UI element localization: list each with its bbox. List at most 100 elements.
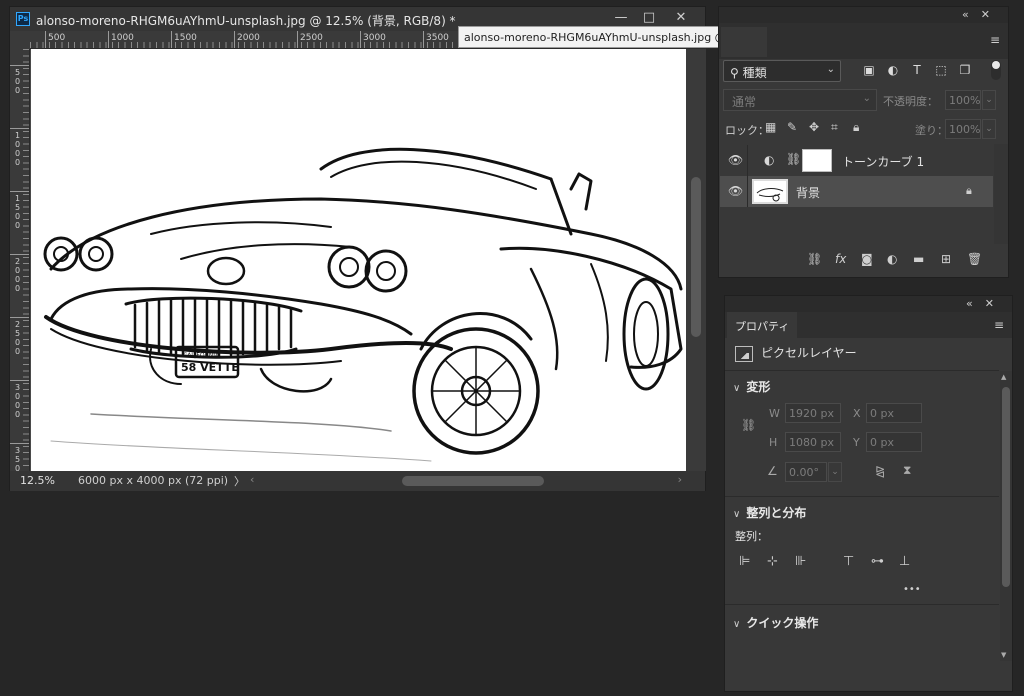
properties-panel: «✕ プロパティ ≡ ピクセルレイヤー ∨ 変形 W 1920 px X 0 px…: [724, 295, 1013, 692]
layer-name[interactable]: トーンカーブ 1: [842, 153, 924, 170]
height-field[interactable]: 1080 px: [785, 432, 841, 452]
align-bottom-edges-icon[interactable]: ⊥: [899, 554, 910, 569]
tab-layers[interactable]: [721, 27, 767, 57]
maximize-button[interactable]: □: [636, 9, 662, 27]
filter-smartobject-icon[interactable]: ❐: [957, 63, 973, 79]
section-quick-actions[interactable]: ∨ クイック操作: [733, 614, 818, 631]
angle-field[interactable]: 0.00°: [785, 462, 827, 482]
collapse-icon[interactable]: «: [966, 297, 985, 310]
properties-tab-bar: プロパティ ≡: [725, 312, 1012, 338]
layer-style-fx-icon[interactable]: fx: [835, 252, 846, 266]
properties-scrollbar[interactable]: ▲ ▼: [1000, 371, 1012, 661]
x-label: X: [853, 407, 861, 420]
filter-pixel-icon[interactable]: ▣: [861, 63, 877, 79]
close-icon[interactable]: ✕: [981, 8, 1002, 21]
section-heading: 整列と分布: [746, 506, 807, 520]
photoshop-icon: Ps: [16, 12, 30, 26]
zoom-level[interactable]: 12.5%: [20, 474, 55, 487]
align-right-edges-icon[interactable]: ⊪: [795, 554, 806, 569]
vertical-scrollbar[interactable]: [686, 49, 706, 471]
section-transform[interactable]: ∨ 変形: [733, 378, 770, 395]
vertical-scroll-thumb[interactable]: [691, 177, 701, 337]
filter-toggle[interactable]: [991, 60, 1001, 80]
more-options-icon[interactable]: •••: [903, 584, 921, 595]
layer-lock-icon[interactable]: 🔒︎: [966, 184, 972, 198]
horizontal-scrollbar[interactable]: ‹ ›: [246, 473, 686, 488]
filter-type-icon[interactable]: T: [909, 63, 925, 79]
align-horizontal-centers-icon[interactable]: ⊹: [767, 554, 778, 569]
lock-paint-icon[interactable]: ✎: [787, 120, 797, 134]
minimize-button[interactable]: —: [608, 9, 634, 27]
flip-vertical-icon[interactable]: ⧗: [903, 463, 911, 478]
width-field[interactable]: 1920 px: [785, 403, 841, 423]
layer-row-curves[interactable]: 👁︎ ◐ ⛓ トーンカーブ 1: [720, 145, 993, 176]
layer-name[interactable]: 背景: [796, 184, 820, 201]
blend-mode-select[interactable]: 通常 ⌄: [723, 89, 877, 111]
lock-move-icon[interactable]: ✥: [809, 120, 819, 134]
scroll-right-icon[interactable]: ›: [678, 473, 682, 486]
document-window: Ps alonso-moreno-RHGM6uAYhmU-unsplash.jp…: [9, 6, 706, 491]
lock-transparent-icon[interactable]: ▦: [765, 120, 776, 134]
close-button[interactable]: ✕: [668, 9, 694, 27]
opacity-dropdown-icon[interactable]: ⌄: [982, 90, 996, 110]
panel-menu-icon[interactable]: ≡: [990, 33, 1000, 47]
add-mask-icon[interactable]: ◙: [861, 252, 873, 266]
scroll-left-icon[interactable]: ‹: [250, 473, 254, 486]
tab-properties[interactable]: プロパティ: [727, 312, 798, 338]
layer-mask-thumbnail[interactable]: [802, 149, 832, 172]
height-label: H: [769, 436, 778, 449]
canvas-area[interactable]: CALIFORNIA 58 VETTE: [30, 49, 686, 471]
horizontal-scroll-thumb[interactable]: [402, 476, 544, 486]
link-layers-icon[interactable]: ⛓: [807, 252, 822, 266]
panel-collapse-close-icons[interactable]: «✕: [966, 297, 1006, 310]
scroll-up-icon[interactable]: ▲: [1001, 373, 1006, 381]
width-label: W: [769, 407, 780, 420]
new-group-folder-icon[interactable]: ▬: [913, 252, 924, 266]
panel-collapse-close-icons[interactable]: «✕: [962, 8, 1002, 21]
align-left-edges-icon[interactable]: ⊫: [739, 554, 750, 569]
search-icon: ⚲: [730, 66, 743, 80]
visibility-eye-icon[interactable]: 👁︎: [728, 184, 743, 198]
image-canvas[interactable]: CALIFORNIA 58 VETTE: [31, 49, 686, 471]
lock-artboard-icon[interactable]: ⌗: [831, 120, 838, 135]
collapse-icon[interactable]: «: [962, 8, 981, 21]
ruler-label: 3500: [14, 446, 21, 471]
align-top-edges-icon[interactable]: ⊤: [843, 554, 854, 569]
status-menu-chevron-icon[interactable]: 〉: [234, 473, 245, 489]
delete-layer-trash-icon[interactable]: 🗑︎: [967, 252, 982, 266]
filter-adjustment-icon[interactable]: ◐: [885, 63, 901, 79]
pixel-layer-icon: [735, 345, 753, 362]
visibility-eye-icon[interactable]: 👁︎: [728, 153, 743, 167]
y-label: Y: [853, 436, 860, 449]
fill-input[interactable]: 100%: [945, 119, 981, 139]
ruler-label: 1500: [174, 33, 197, 43]
section-align-distribute[interactable]: ∨ 整列と分布: [733, 504, 806, 521]
fill-dropdown-icon[interactable]: ⌄: [982, 119, 996, 139]
close-icon[interactable]: ✕: [985, 297, 1006, 310]
vertical-ruler[interactable]: 500 1000 1500 2000 2500 3000 3500: [10, 49, 30, 471]
x-field[interactable]: 0 px: [866, 403, 922, 423]
align-vertical-centers-icon[interactable]: ⊶: [871, 554, 884, 569]
layer-thumbnail[interactable]: [752, 179, 788, 204]
angle-dropdown-icon[interactable]: ⌄: [828, 462, 842, 482]
layer-row-background[interactable]: 👁︎ 背景 🔒︎: [720, 176, 993, 207]
layer-filter-select[interactable]: ⚲ 種類 ⌄: [723, 60, 841, 82]
y-field[interactable]: 0 px: [866, 432, 922, 452]
lock-all-icon[interactable]: 🔒︎: [853, 120, 859, 135]
panel-menu-icon[interactable]: ≡: [994, 318, 1004, 332]
layer-list-scrollbar[interactable]: [994, 144, 1008, 244]
opacity-input[interactable]: 100%: [945, 90, 981, 110]
ruler-corner[interactable]: [10, 31, 30, 49]
properties-scroll-thumb[interactable]: [1002, 387, 1010, 587]
constrain-link-icon[interactable]: ⛓: [741, 418, 756, 432]
scroll-down-icon[interactable]: ▼: [1001, 651, 1006, 659]
flip-horizontal-icon[interactable]: ⧎: [875, 464, 885, 478]
ruler-label: 1000: [14, 131, 21, 167]
new-layer-icon[interactable]: ⊞: [941, 252, 951, 266]
ruler-label: 1000: [111, 33, 134, 43]
mask-link-icon[interactable]: ⛓: [786, 152, 801, 166]
ruler-label: 2500: [300, 33, 323, 43]
panel-header: «✕: [719, 7, 1008, 23]
new-adjustment-layer-icon[interactable]: ◐: [887, 252, 897, 266]
filter-shape-icon[interactable]: ⬚: [933, 63, 949, 79]
